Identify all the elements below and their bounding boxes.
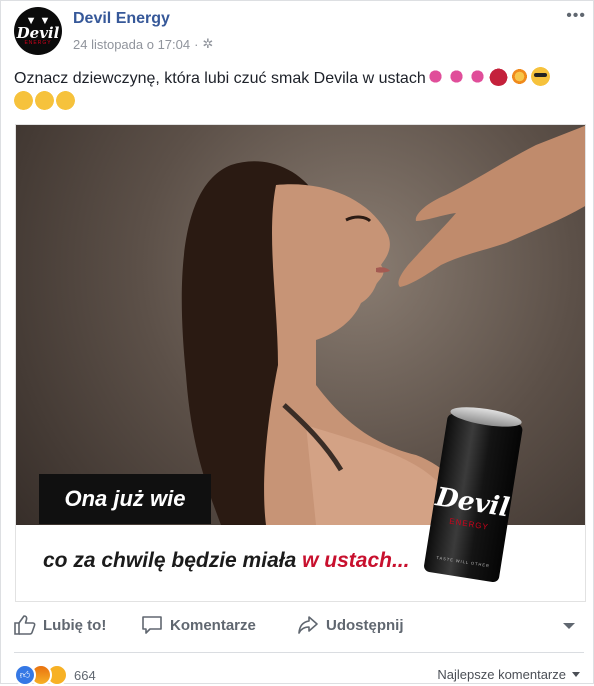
smile-icon <box>35 91 54 110</box>
comment-button[interactable]: Komentarze <box>141 615 256 635</box>
caption-text: Oznacz dziewczynę, która lubi czuć smak … <box>14 70 426 87</box>
share-icon <box>298 616 318 634</box>
facebook-post: ▼ ▼ Devil ENERGY Devil Energy 24 listopa… <box>0 0 594 686</box>
tongue-wink-icon <box>14 91 33 110</box>
headline-banner: Ona już wie <box>39 474 211 524</box>
more-options-icon[interactable]: ••• <box>566 7 586 25</box>
devil-icon <box>488 67 508 86</box>
reaction-count: 664 <box>74 667 96 683</box>
headline-text: Ona już wie <box>64 486 186 511</box>
avatar-wordmark: Devil <box>16 24 60 42</box>
post-meta: 24 listopada o 17:04 · ✲ <box>73 36 213 52</box>
page-avatar[interactable]: ▼ ▼ Devil ENERGY <box>14 7 62 55</box>
chevron-down-icon <box>572 672 580 677</box>
thumbs-up-icon <box>14 615 36 635</box>
kiss-mark-icon <box>425 67 445 86</box>
gear-icon[interactable]: ✲ <box>202 36 213 52</box>
divider <box>14 652 584 653</box>
meta-separator: · <box>194 36 199 52</box>
yum-icon <box>56 91 75 110</box>
post-image[interactable]: Ona już wie co za chwilę będzie miała w … <box>15 124 586 602</box>
post-caption: Oznacz dziewczynę, która lubi czuć smak … <box>14 67 584 115</box>
post-timestamp[interactable]: 24 listopada o 17:04 <box>73 37 190 52</box>
reactions-summary[interactable]: 👍︎ 664 <box>14 664 96 686</box>
share-button[interactable]: Udostępnij <box>297 615 404 635</box>
share-label: Udostępnij <box>326 616 404 634</box>
avatar-subtext: ENERGY <box>24 40 52 46</box>
like-button[interactable]: Lubię to! <box>14 615 106 635</box>
chevron-down-icon[interactable] <box>563 623 575 629</box>
subline-accent: w ustach... <box>302 549 410 572</box>
sort-label: Najlepsze komentarze <box>437 667 566 682</box>
comment-icon <box>142 616 162 634</box>
subline-prefix: co za chwilę będzie miała <box>43 549 303 572</box>
like-label: Lubię to! <box>43 616 107 634</box>
sparkle-icon <box>509 67 529 86</box>
action-bar: Lubię to! Komentarze Udostępnij <box>1 607 594 647</box>
comment-label: Komentarze <box>170 616 256 634</box>
kiss-mark-icon <box>446 67 466 86</box>
kiss-mark-icon <box>467 67 487 86</box>
comment-sort-dropdown[interactable]: Najlepsze komentarze <box>437 667 580 682</box>
page-name-link[interactable]: Devil Energy <box>73 10 170 28</box>
sunglasses-icon <box>530 67 550 86</box>
subline-text: co za chwilę będzie miała w ustach... <box>43 549 409 573</box>
like-reaction-icon: 👍︎ <box>14 664 36 686</box>
